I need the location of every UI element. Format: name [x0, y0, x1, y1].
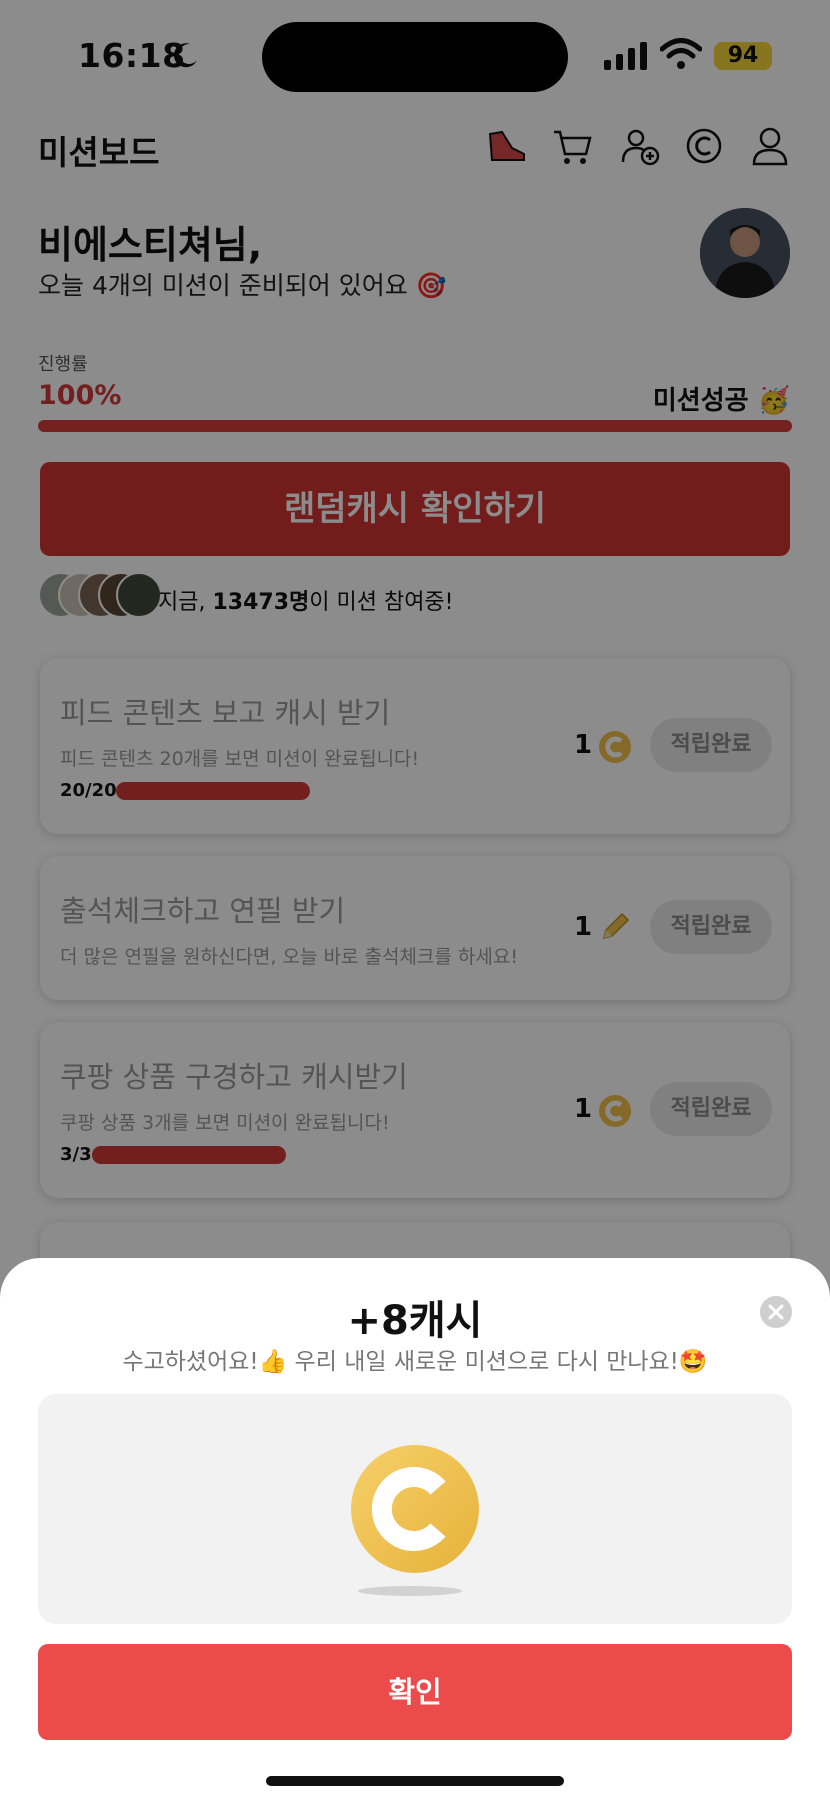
cash-coin-icon [351, 1445, 479, 1573]
confirm-button[interactable]: 확인 [38, 1644, 792, 1740]
home-indicator[interactable] [266, 1776, 564, 1786]
coin-panel [38, 1394, 792, 1624]
reward-bottom-sheet: +8캐시 수고하셨어요!👍 우리 내일 새로운 미션으로 다시 만나요!🤩 확인 [0, 1258, 830, 1799]
close-icon[interactable] [760, 1296, 792, 1328]
reward-title: +8캐시 [347, 1298, 483, 1344]
reward-message: 수고하셨어요!👍 우리 내일 새로운 미션으로 다시 만나요!🤩 [122, 1349, 708, 1375]
coin-shadow [358, 1586, 462, 1596]
